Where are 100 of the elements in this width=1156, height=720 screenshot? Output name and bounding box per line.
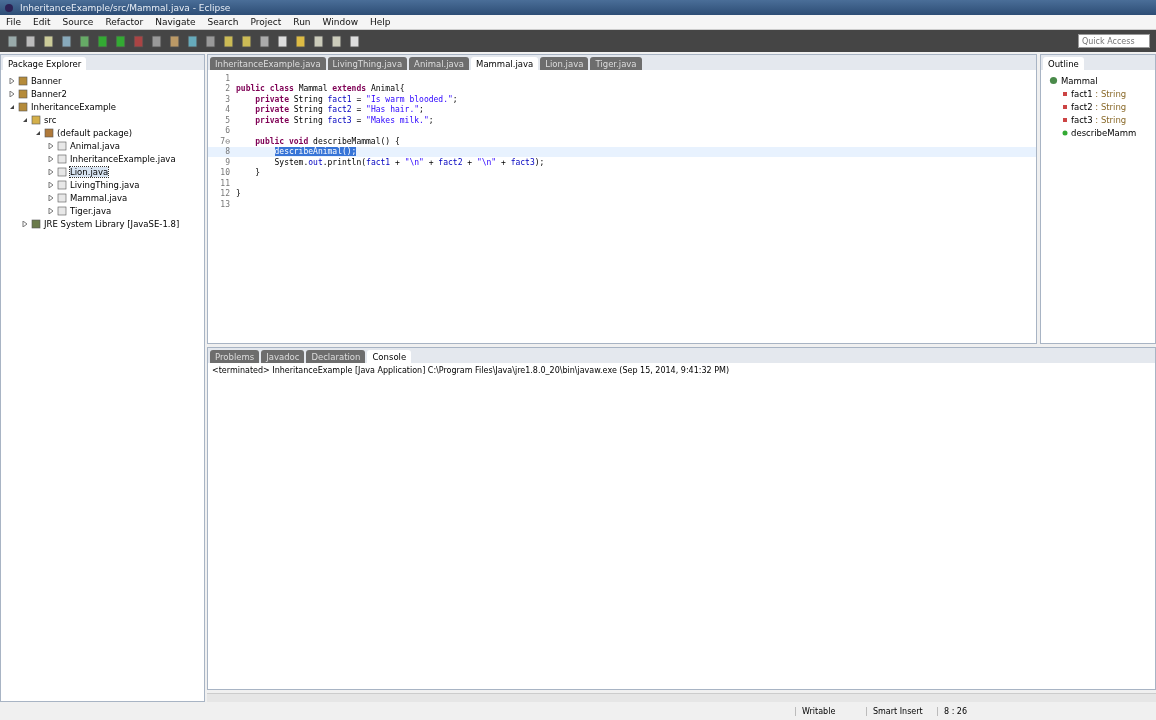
method-icon [1062, 129, 1068, 136]
code-token: fact1 [366, 157, 391, 167]
expand-arrow-icon[interactable] [22, 116, 28, 123]
code-token: fact3 [510, 157, 535, 167]
line-number: 4 [224, 105, 231, 115]
code-token: "Has hair." [366, 105, 420, 115]
menu-item[interactable]: Help [370, 17, 391, 27]
file-icon [57, 153, 67, 164]
panel-tab[interactable]: Problems [210, 350, 260, 363]
status-field: Writable [795, 706, 864, 716]
code-token: extends [332, 84, 368, 94]
code-token: ; [452, 94, 458, 104]
panel-tab[interactable]: Javadoc [261, 350, 305, 363]
line-number: 7⊖ [219, 136, 231, 146]
code-token: Animal{ [370, 84, 405, 94]
file-icon [57, 179, 67, 190]
tree-item[interactable]: src [44, 114, 57, 125]
menu-item[interactable]: Refactor [105, 17, 144, 27]
code-token: .println( [322, 157, 367, 167]
code-token: fact2 [438, 157, 463, 167]
code-token: + [428, 157, 435, 167]
code-token: } [236, 189, 241, 199]
panel-tab[interactable]: Package Explorer [3, 57, 87, 70]
editor-tab[interactable]: Lion.java [540, 57, 589, 70]
tree-item[interactable]: LivingThing.java [70, 179, 140, 190]
line-number: 3 [224, 94, 231, 104]
code-token: = [356, 115, 363, 125]
tree-item[interactable]: Tiger.java [70, 205, 112, 216]
code-token: public class [236, 84, 295, 94]
code-token: + [501, 157, 507, 167]
horizontal-scrollbar[interactable] [207, 693, 1156, 702]
code-token: Mammal [298, 84, 329, 94]
menu-item[interactable]: File [6, 17, 22, 27]
line-number: 5 [224, 115, 231, 125]
editor-tab[interactable]: Tiger.java [590, 57, 642, 70]
tree-item[interactable]: Banner [31, 75, 62, 86]
code-token: ; [419, 105, 424, 115]
menu-item[interactable]: Source [62, 17, 94, 27]
code-token: ); [534, 157, 545, 167]
tree-item[interactable]: InheritanceExample [31, 101, 117, 112]
code-token: private [255, 105, 290, 115]
status-field: 8 : 26 [937, 706, 1006, 716]
line-number: 9 [224, 157, 231, 167]
status-field: Smart Insert [866, 706, 935, 716]
outline-item[interactable]: fact1 : String [1071, 88, 1127, 99]
editor-tab[interactable]: InheritanceExample.java [210, 57, 326, 70]
books-icon [31, 218, 41, 229]
code-token: + [467, 157, 474, 167]
code-token: ; [428, 115, 434, 125]
file-icon [57, 205, 67, 216]
outline-item[interactable]: Mammal [1061, 75, 1098, 86]
code-token: fact2 [327, 105, 352, 115]
line-number: 10 [219, 168, 231, 178]
code-token: "\n" [404, 157, 424, 167]
line-number: 11 [219, 178, 231, 188]
line-number: 2 [224, 84, 231, 94]
tree-item[interactable]: Lion.java [70, 166, 109, 177]
editor-tab[interactable]: Animal.java [409, 57, 470, 70]
quick-access-field[interactable]: Quick Access [1078, 34, 1150, 48]
tree-item[interactable]: InheritanceExample.java [70, 153, 176, 164]
file-icon [57, 192, 67, 203]
expand-arrow-icon[interactable] [9, 103, 15, 110]
tree-item[interactable]: (default package) [57, 127, 133, 138]
menu-item[interactable]: Edit [33, 17, 51, 27]
editor-tab[interactable]: LivingThing.java [327, 57, 408, 70]
code-token: describeAnimal(); [274, 147, 357, 157]
menu-item[interactable]: Navigate [155, 17, 196, 27]
code-token: "\n" [476, 157, 497, 167]
panel-tab[interactable]: Declaration [306, 350, 366, 363]
code-token: + [395, 157, 401, 167]
code-token: "Is warm blooded." [366, 94, 453, 104]
line-number: 12 [219, 189, 231, 199]
outline-item[interactable]: fact2 : String [1071, 101, 1127, 112]
panel-tab[interactable]: Console [367, 350, 412, 363]
code-token: describeMammal() { [313, 136, 400, 146]
expand-arrow-icon[interactable] [35, 129, 41, 136]
menu-item[interactable]: Window [322, 17, 359, 27]
line-number: 13 [219, 199, 231, 209]
code-token: } [255, 168, 261, 178]
code-token: String [293, 94, 324, 104]
code-token: "Makes milk." [366, 115, 429, 125]
tree-item[interactable]: Banner2 [31, 88, 67, 99]
code-token: System. [274, 157, 309, 167]
outline-item[interactable]: fact3 : String [1071, 114, 1127, 125]
tree-item[interactable]: JRE System Library [JavaSE-1.8] [44, 218, 180, 229]
line-number: 6 [224, 126, 231, 136]
file-icon [57, 140, 67, 151]
window-title: InheritanceExample/src/Mammal.java - Eclipse [20, 2, 231, 13]
code-token: out [308, 157, 323, 167]
code-token: private [255, 94, 290, 104]
editor-tab[interactable]: Mammal.java [471, 57, 539, 70]
outline-item[interactable]: describeMamm [1071, 127, 1137, 138]
menu-item[interactable]: Project [250, 17, 282, 27]
menu-item[interactable]: Run [293, 17, 311, 27]
panel-tab[interactable]: Outline [1043, 57, 1084, 70]
menu-item[interactable]: Search [207, 17, 239, 27]
tree-item[interactable]: Mammal.java [70, 192, 128, 203]
line-number: 1 [224, 73, 231, 83]
tree-item[interactable]: Animal.java [70, 140, 120, 151]
file-icon [57, 166, 67, 177]
